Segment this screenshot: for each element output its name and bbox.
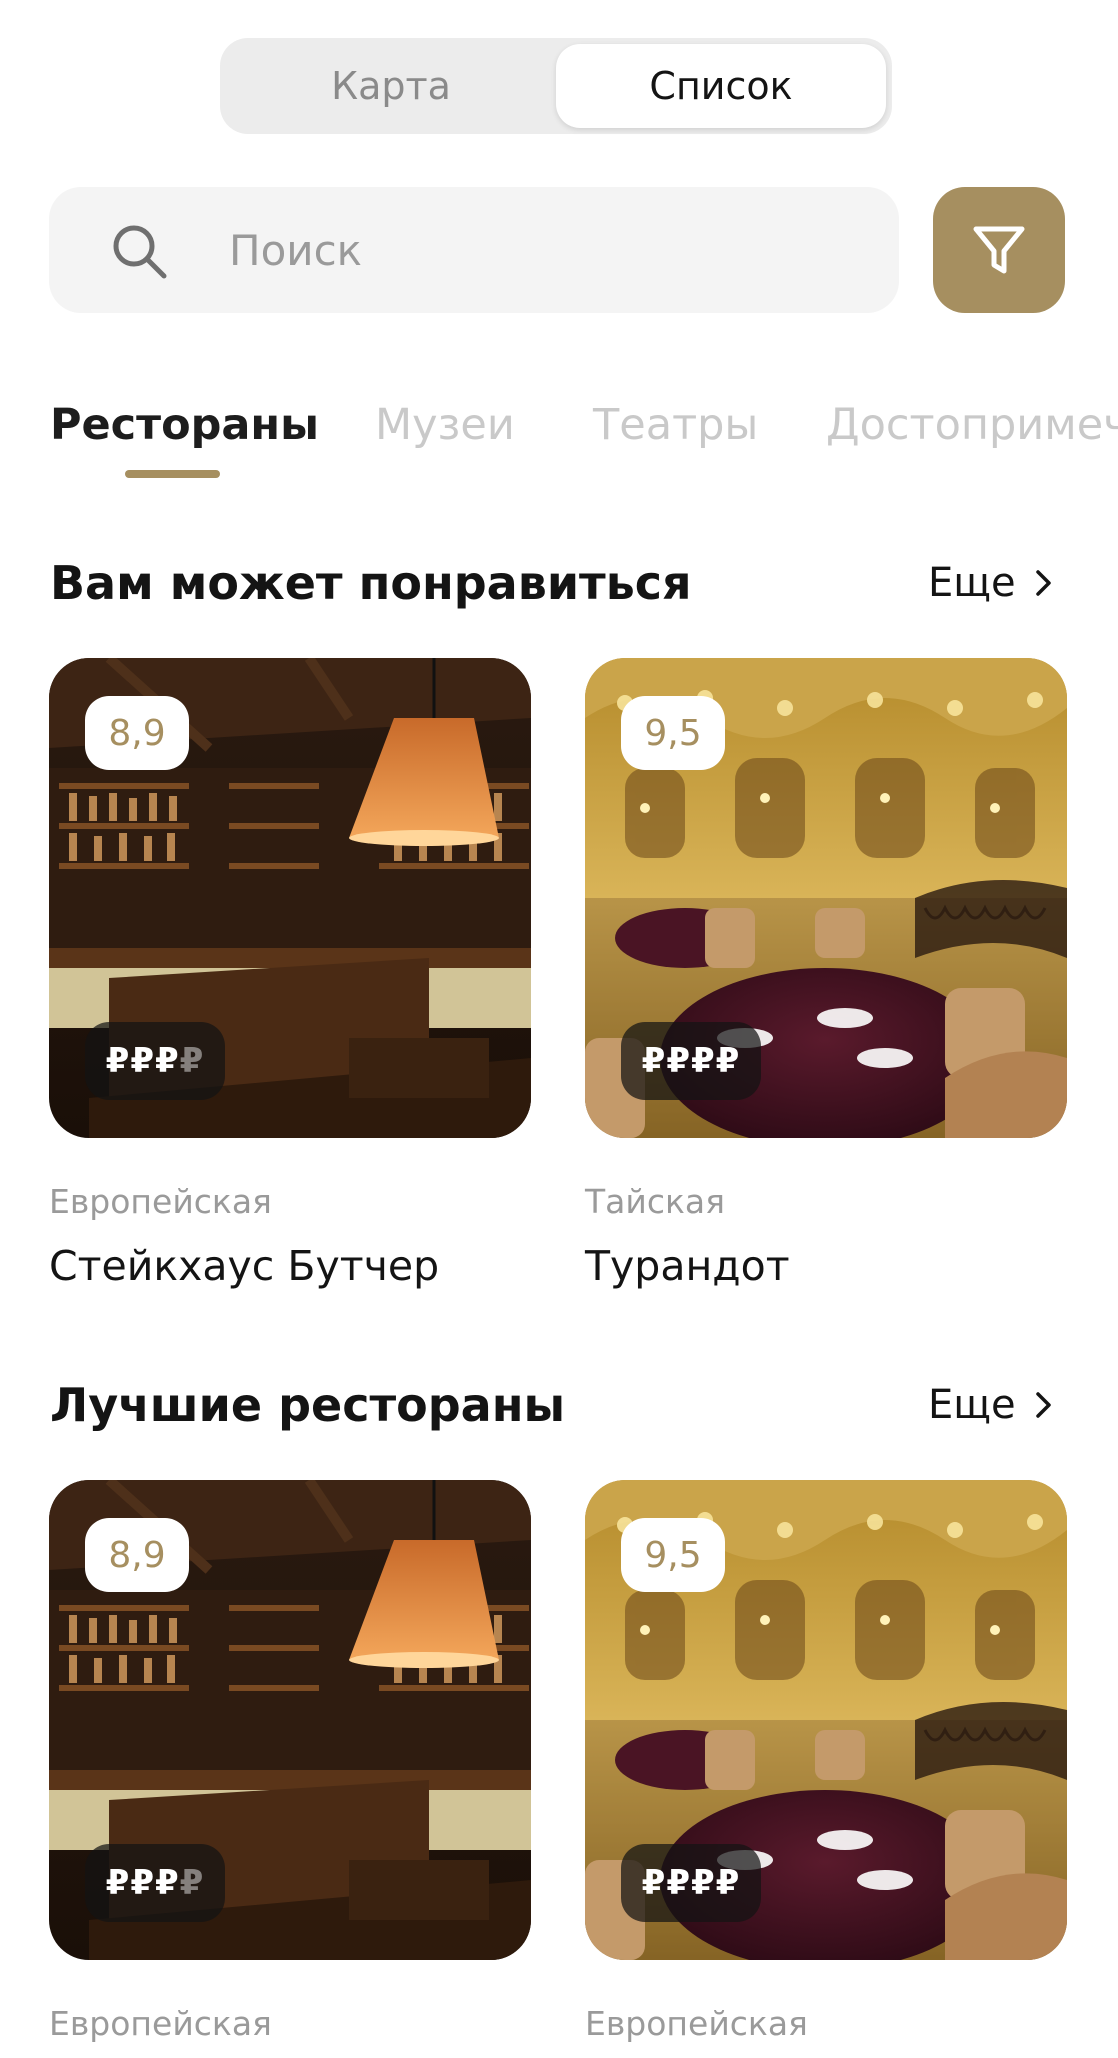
- tab-restaurants[interactable]: Рестораны: [50, 400, 319, 450]
- search-bar: [49, 187, 899, 313]
- place-photo: 9,5 ₽₽₽₽: [585, 1480, 1067, 1960]
- view-switch: Карта Список: [220, 38, 892, 134]
- active-tab-indicator: [125, 470, 220, 478]
- price-level-active: ₽₽₽₽: [641, 1041, 741, 1081]
- search-icon: [113, 225, 167, 279]
- rating-badge: 9,5: [621, 696, 725, 770]
- tab-theatres[interactable]: Театры: [593, 400, 758, 450]
- price-level-active: ₽₽₽: [105, 1863, 180, 1903]
- place-card[interactable]: 9,5 ₽₽₽₽ Европейская: [585, 1480, 1067, 2043]
- place-photo: 9,5 ₽₽₽₽: [585, 658, 1067, 1138]
- section-title-recommended: Вам может понравиться: [50, 556, 692, 610]
- price-level-inactive: ₽: [179, 1863, 205, 1903]
- place-photo: 8,9 ₽₽₽ ₽: [49, 658, 531, 1138]
- price-level-badge: ₽₽₽₽: [621, 1022, 761, 1100]
- chevron-right-icon: [1035, 570, 1051, 596]
- more-label: Еще: [928, 1382, 1016, 1428]
- place-card[interactable]: 8,9 ₽₽₽ ₽ Европейская Стейкхаус Бутчер: [49, 658, 531, 1290]
- place-card[interactable]: 8,9 ₽₽₽ ₽ Европейская: [49, 1480, 531, 2043]
- more-link-best[interactable]: Еще: [928, 1382, 1054, 1428]
- tab-museums[interactable]: Музеи: [375, 400, 515, 450]
- place-name: Стейкхаус Бутчер: [49, 1242, 440, 1290]
- filter-icon: [973, 226, 1025, 274]
- tab-sights[interactable]: Достопримеч: [826, 400, 1118, 450]
- cuisine-label: Европейская: [49, 1182, 272, 1221]
- price-level-badge: ₽₽₽₽: [85, 1022, 225, 1100]
- chevron-right-icon: [1035, 1392, 1051, 1418]
- section-title-best: Лучшие рестораны: [50, 1378, 566, 1432]
- place-photo: 8,9 ₽₽₽ ₽: [49, 1480, 531, 1960]
- price-level-badge: ₽₽₽₽: [85, 1844, 225, 1922]
- price-level-active: ₽₽₽: [105, 1041, 180, 1081]
- price-level-badge: ₽₽₽₽: [621, 1844, 761, 1922]
- cuisine-label: Тайская: [585, 1182, 725, 1221]
- place-name: Турандот: [585, 1242, 790, 1290]
- more-link-recommended[interactable]: Еще: [928, 560, 1054, 606]
- price-level-inactive: ₽: [179, 1041, 205, 1081]
- map-view-tab[interactable]: Карта: [226, 44, 556, 128]
- rating-badge: 8,9: [85, 696, 189, 770]
- search-input[interactable]: [229, 207, 869, 293]
- place-card[interactable]: 9,5 ₽₽₽₽ Тайская Турандот: [585, 658, 1067, 1290]
- price-level-active: ₽₽₽₽: [641, 1863, 741, 1903]
- more-label: Еще: [928, 560, 1016, 606]
- rating-badge: 9,5: [621, 1518, 725, 1592]
- cuisine-label: Европейская: [585, 2004, 808, 2043]
- list-view-tab[interactable]: Список: [556, 44, 886, 128]
- cuisine-label: Европейская: [49, 2004, 272, 2043]
- filter-button[interactable]: [933, 187, 1065, 313]
- rating-badge: 8,9: [85, 1518, 189, 1592]
